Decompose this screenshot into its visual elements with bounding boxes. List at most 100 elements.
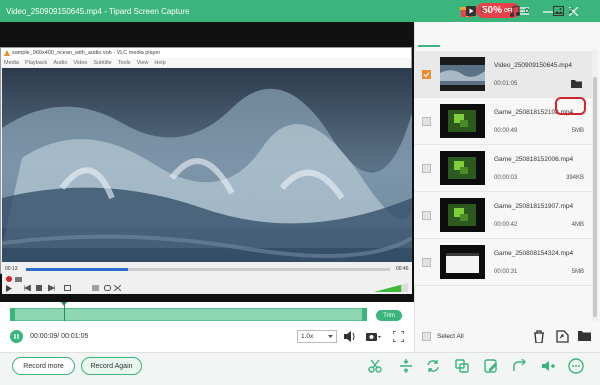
recording-size: 5MB: [571, 128, 584, 134]
audio-icon: [510, 6, 520, 17]
vlc-volume-slider[interactable]: [374, 283, 408, 292]
vlc-time-total: 00:46: [396, 266, 409, 272]
volume-icon[interactable]: [344, 331, 356, 342]
vlc-snapshot-icon[interactable]: [15, 276, 22, 282]
video-frame: [2, 68, 412, 284]
vlc-menu-item[interactable]: Help: [154, 60, 165, 66]
delete-icon[interactable]: [533, 330, 547, 344]
vlc-menu-item[interactable]: Video: [73, 60, 87, 66]
playhead-marker[interactable]: [61, 302, 67, 306]
audio-adjust-icon[interactable]: [538, 356, 558, 376]
recording-checkbox[interactable]: [422, 117, 431, 126]
recording-checkbox[interactable]: [422, 164, 431, 173]
tab-video[interactable]: 5: [466, 6, 485, 16]
vlc-menu-item[interactable]: Tools: [118, 60, 131, 66]
record-more-button[interactable]: Record more: [12, 357, 75, 375]
vlc-loop-icon[interactable]: [104, 285, 111, 291]
recordings-list: Video_250909150645.mp4 00:01:05 Game_25081…: [414, 49, 592, 321]
fullscreen-icon[interactable]: [393, 331, 404, 342]
recording-thumbnail: [440, 57, 485, 91]
trim-timeline[interactable]: [10, 302, 367, 321]
recording-checkbox[interactable]: [422, 211, 431, 220]
select-all-checkbox[interactable]: [422, 332, 431, 341]
tab-audio-count: 0: [525, 8, 529, 15]
time-readout: 00:00:09/ 00:01:05: [30, 333, 89, 340]
open-folder-icon[interactable]: [571, 79, 582, 88]
edit-metadata-icon[interactable]: [481, 356, 501, 376]
vlc-shuffle-icon[interactable]: [114, 285, 121, 291]
tab-all[interactable]: 5: [422, 6, 442, 15]
image-icon: [553, 6, 564, 16]
vlc-menu: Media Playback Audio Video Subtitle Tools View…: [1, 58, 411, 67]
recording-duration: 00:00:42: [494, 222, 518, 228]
recording-thumbnail: [440, 151, 485, 185]
trim-handle-right[interactable]: [362, 308, 367, 321]
vlc-menu-item[interactable]: Audio: [53, 60, 67, 66]
recording-item[interactable]: Game_250818152006.mp4 00:00:03 394KB: [414, 145, 592, 192]
scissors-icon[interactable]: [365, 356, 385, 376]
folder-highlight: [555, 97, 586, 115]
window-title: Video_250909150645.mp4 - Tipard Screen C…: [6, 6, 190, 16]
folder-icon[interactable]: [578, 330, 592, 344]
vlc-menu-item[interactable]: Playback: [25, 60, 47, 66]
recording-filename: Game_250818151907.mp4: [494, 203, 574, 210]
recording-item[interactable]: Game_250808154324.mp4 00:00:31 5MB: [414, 239, 592, 286]
vlc-menu-item[interactable]: View: [137, 60, 149, 66]
tab-image[interactable]: 2: [553, 6, 573, 16]
recording-filename: Video_250909150645.mp4: [494, 62, 572, 69]
recording-filename: Game_250808154324.mp4: [494, 250, 574, 257]
recording-size: 4MB: [571, 222, 584, 228]
vlc-next-icon[interactable]: [48, 285, 55, 291]
row-divider: [414, 285, 592, 286]
active-tab-indicator: [418, 45, 440, 47]
tab-video-count: 5: [481, 7, 485, 15]
convert-icon[interactable]: [423, 356, 443, 376]
merge-icon[interactable]: [452, 356, 472, 376]
select-all-label: Select All: [437, 333, 464, 340]
record-again-button[interactable]: Record Again: [81, 357, 142, 375]
list-icon: [422, 6, 433, 15]
recording-size: 5MB: [571, 269, 584, 275]
playhead[interactable]: [64, 304, 65, 321]
vlc-stop-icon[interactable]: [36, 285, 42, 291]
tab-all-count: 5: [438, 7, 442, 14]
recording-item[interactable]: Game_250818151907.mp4 00:00:42 4MB: [414, 192, 592, 239]
recording-duration: 00:00:31: [494, 269, 518, 275]
more-icon[interactable]: [566, 356, 586, 376]
select-all[interactable]: Select All: [422, 332, 464, 341]
list-scrollbar[interactable]: [592, 49, 598, 321]
tab-audio[interactable]: 0: [510, 6, 529, 17]
pause-button[interactable]: [10, 330, 23, 343]
tab-image-count: 2: [569, 7, 573, 15]
recording-size: 394KB: [565, 175, 584, 181]
vlc-prev-icon[interactable]: [24, 285, 31, 291]
compress-icon[interactable]: [396, 356, 416, 376]
chevron-down-icon: [328, 335, 333, 338]
vlc-controls: 00:13 00:46: [2, 262, 412, 294]
speed-select[interactable]: 1.0x: [297, 330, 337, 343]
video-icon: [466, 6, 476, 16]
share-icon[interactable]: [510, 356, 530, 376]
vlc-window: sample_960x400_ocean_with_audio.vob - VL…: [0, 47, 412, 294]
trim-handle-left[interactable]: [10, 308, 15, 321]
vlc-menu-item[interactable]: Subtitle: [93, 60, 111, 66]
recording-item[interactable]: Video_250909150645.mp4 00:01:05: [414, 51, 592, 98]
trim-button[interactable]: Trim: [376, 310, 402, 321]
vlc-fullscreen-icon[interactable]: [64, 285, 71, 291]
vlc-title: sample_960x400_ocean_with_audio.vob - VL…: [12, 50, 161, 56]
vlc-record-icon[interactable]: [6, 276, 12, 282]
export-icon[interactable]: [556, 330, 570, 344]
recording-checkbox[interactable]: [422, 70, 431, 79]
recording-duration: 00:00:03: [494, 175, 518, 181]
recording-duration: 00:01:05: [494, 81, 518, 87]
vlc-menu-item[interactable]: Media: [4, 60, 19, 66]
vlc-playlist-icon[interactable]: [92, 285, 99, 291]
recording-checkbox[interactable]: [422, 258, 431, 267]
snapshot-icon[interactable]: [366, 331, 381, 342]
recording-thumbnail: [440, 104, 485, 138]
recording-filename: Game_250818152006.mp4: [494, 156, 574, 163]
vlc-seekbar[interactable]: [26, 268, 390, 271]
recording-thumbnail: [440, 245, 485, 279]
recording-thumbnail: [440, 198, 485, 232]
vlc-play-icon[interactable]: [6, 285, 12, 292]
